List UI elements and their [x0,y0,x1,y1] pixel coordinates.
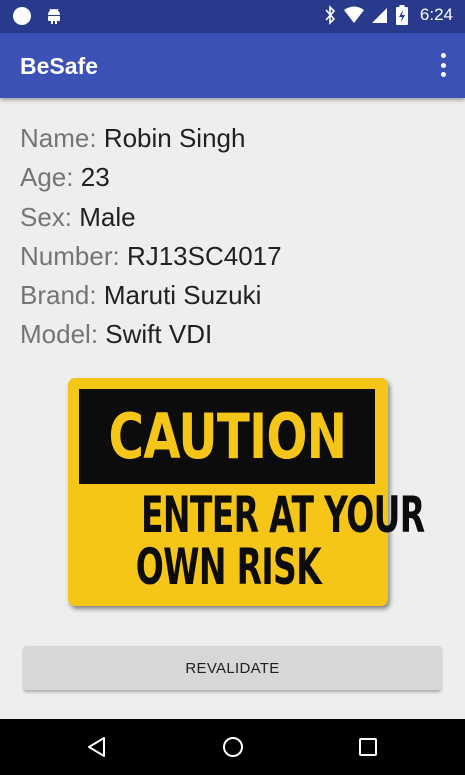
sex-value: Male [79,201,136,232]
wifi-icon [343,6,364,23]
brand-value: Maruti Suzuki [103,280,262,311]
info-row-number: Number: RJ13SC4017 [20,238,282,277]
more-vert-icon[interactable] [439,53,447,77]
battery-icon [395,5,408,25]
signal-icon [371,8,387,23]
app-bar: BeSafe [0,33,465,98]
status-left [12,6,62,26]
age-label: Age: [20,162,74,193]
bluetooth-icon [325,5,336,25]
driver-info: Name: Robin Singh Age: 23 Sex: Male Numb… [20,120,282,356]
caution-line-1: ENTER AT YOUR [68,486,425,544]
menu-dot [440,72,446,77]
info-row-name: Name: Robin Singh [20,120,282,159]
status-right: 6:24 [324,5,453,25]
revalidate-button[interactable]: REVALIDATE [24,646,441,690]
brand-label: Brand: [20,280,97,311]
info-row-sex: Sex: Male [20,199,282,238]
name-value: Robin Singh [103,123,246,153]
circle-notification-icon [13,7,31,25]
age-value: 23 [80,162,110,193]
caution-line-2-text: OWN RISK [135,538,321,596]
info-row-model: Model: Swift VDI [20,316,282,355]
status-time: 6:24 [419,5,453,24]
info-row-age: Age: 23 [20,159,282,198]
caution-headline: CAUTION [108,400,347,473]
menu-dot [440,53,446,58]
number-value: RJ13SC4017 [126,240,282,271]
name-label: Name: [20,123,97,153]
model-label: Model: [20,319,99,350]
android-icon [48,8,60,24]
model-value: Swift VDI [105,319,213,350]
caution-header: CAUTION [79,389,375,484]
caution-sign-image: CAUTION ENTER AT YOUR OWN RISK [68,378,425,606]
back-icon[interactable] [85,735,109,759]
menu-dot [440,62,446,68]
caution-line-1-text: ENTER AT YOUR [141,486,425,544]
home-icon[interactable] [221,735,245,759]
status-bar: 6:24 [0,0,465,33]
app-title: BeSafe [20,53,98,79]
info-row-brand: Brand: Maruti Suzuki [20,277,282,316]
caution-line-2: OWN RISK [68,538,388,596]
navigation-bar [0,719,465,775]
recents-icon[interactable] [356,735,380,759]
sex-label: Sex: [20,201,73,232]
number-label: Number: [20,240,120,271]
